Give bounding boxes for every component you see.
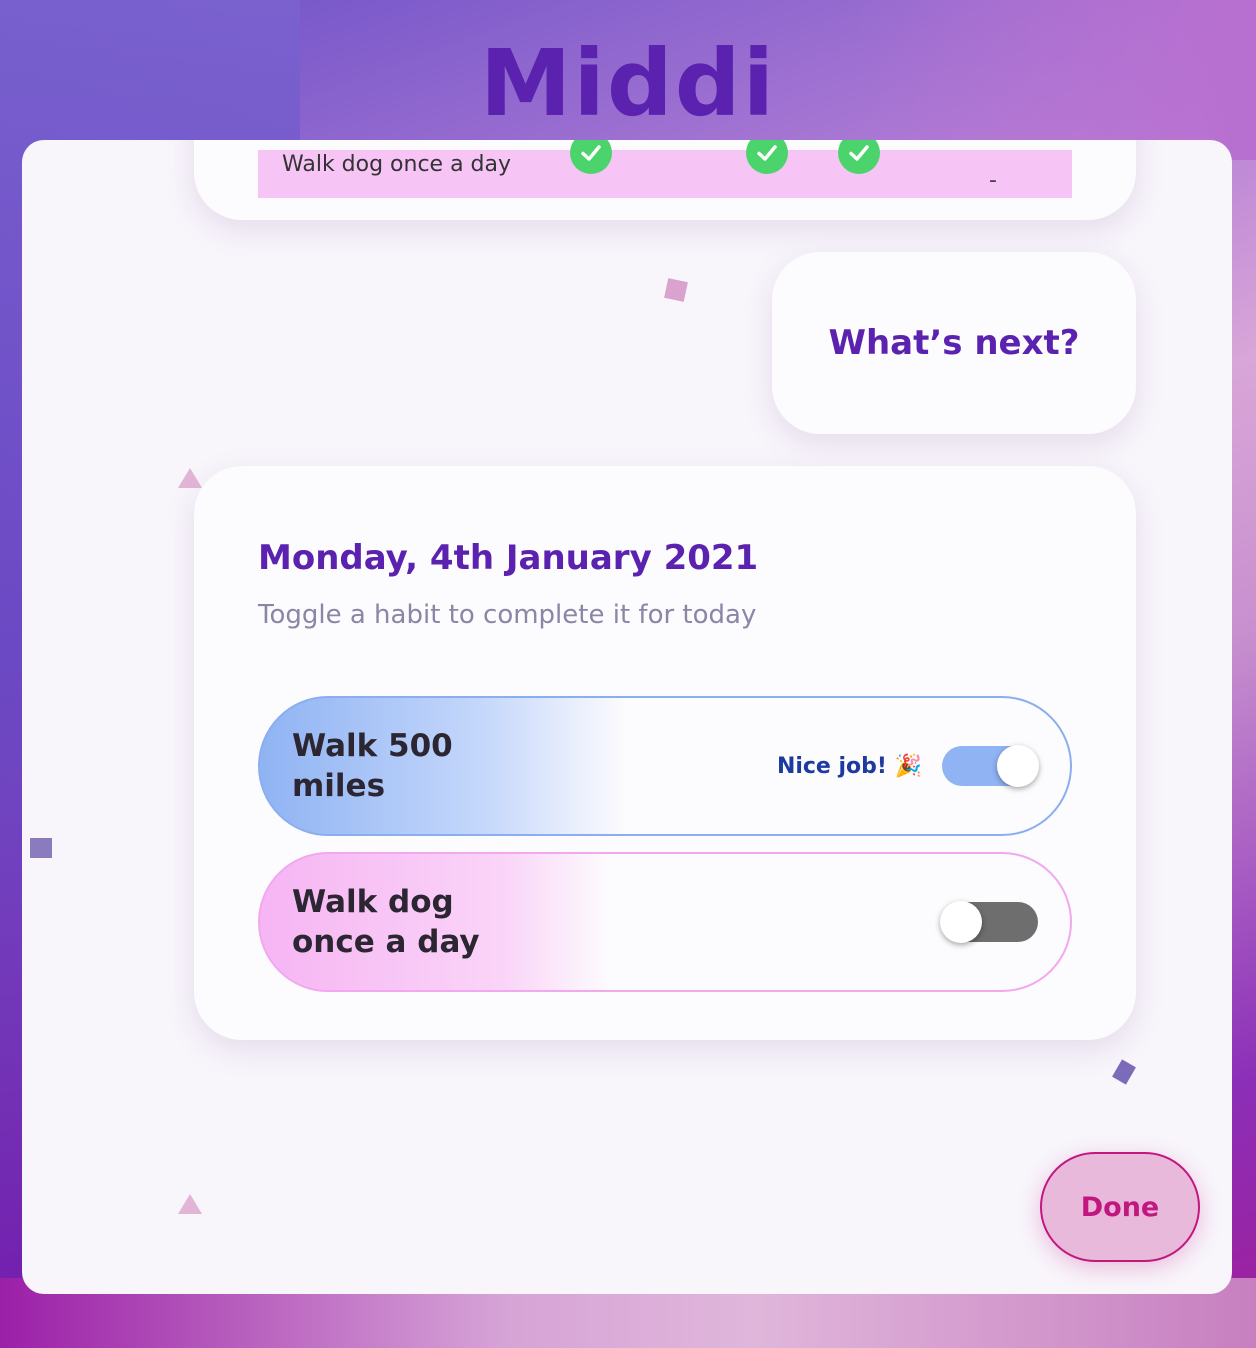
table-row: Walk dog once a day - - - [258,140,1072,198]
date-heading: Monday, 4th January 2021 [258,538,759,578]
main-panel: Walk dog once a day - - - What’s next? M… [22,140,1232,1294]
whats-next-label: What’s next? [828,323,1080,363]
habit-summary-card: Walk dog once a day - - - [194,140,1136,220]
habit-name: Walk dog once a day [292,884,480,960]
toggle-knob [940,901,982,943]
row-label: Walk dog once a day [282,151,512,177]
confetti-triangle [178,1194,202,1214]
check-icon [746,140,788,174]
habit-item-walk-dog[interactable]: Walk dog once a day [258,852,1072,992]
confetti-triangle [178,468,202,488]
instructions-text: Toggle a habit to complete it for today [258,600,757,630]
habit-name: Walk 500 miles [292,728,453,804]
habit-item-walk-500-miles[interactable]: Walk 500 miles Nice job! 🎉 [258,696,1072,836]
confetti-diamond [1112,1059,1136,1085]
toggle-knob [997,745,1039,787]
empty-cell: - [989,167,997,193]
habit-toggle[interactable] [940,901,1038,943]
completion-message: Nice job! 🎉 [776,753,922,779]
done-button[interactable]: Done [1040,1152,1200,1262]
confetti-square [30,838,52,858]
app-logo: Middi [479,30,777,137]
whats-next-card: What’s next? [772,252,1136,434]
confetti-square [664,278,688,302]
habit-toggle[interactable] [942,745,1039,787]
check-icon [570,140,612,174]
today-habits-card: Monday, 4th January 2021 Toggle a habit … [194,466,1136,1040]
check-icon [838,140,880,174]
